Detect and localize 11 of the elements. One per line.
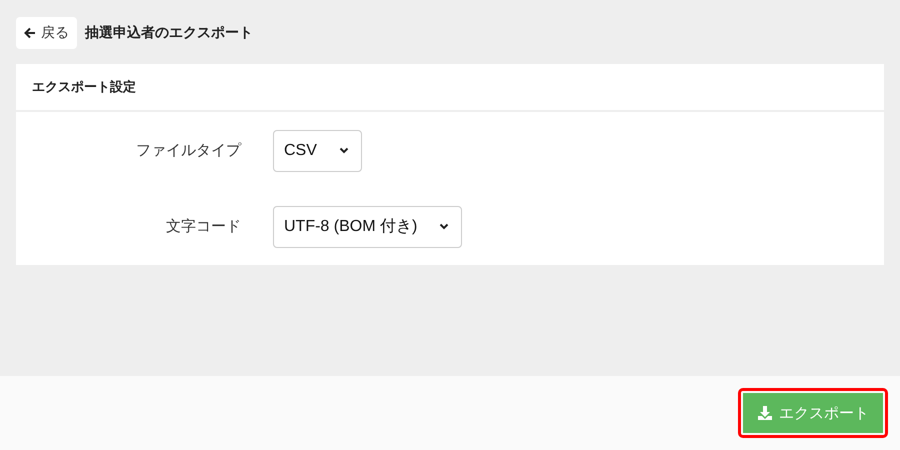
chevron-icon [338, 147, 349, 154]
page-title: 抽選申込者のエクスポート [85, 24, 253, 42]
download-icon [757, 405, 773, 421]
card-title: エクスポート設定 [32, 78, 136, 96]
chevron-icon [439, 223, 450, 230]
back-arrow-icon [24, 27, 36, 39]
field-label: ファイルタイプ [135, 141, 241, 160]
select-field[interactable]: UTF-8 (BOM 付き) [273, 206, 462, 248]
field-label: 文字コード [165, 217, 241, 236]
select-field[interactable]: CSV [273, 130, 362, 172]
back-button[interactable]: 戻る [16, 17, 77, 49]
